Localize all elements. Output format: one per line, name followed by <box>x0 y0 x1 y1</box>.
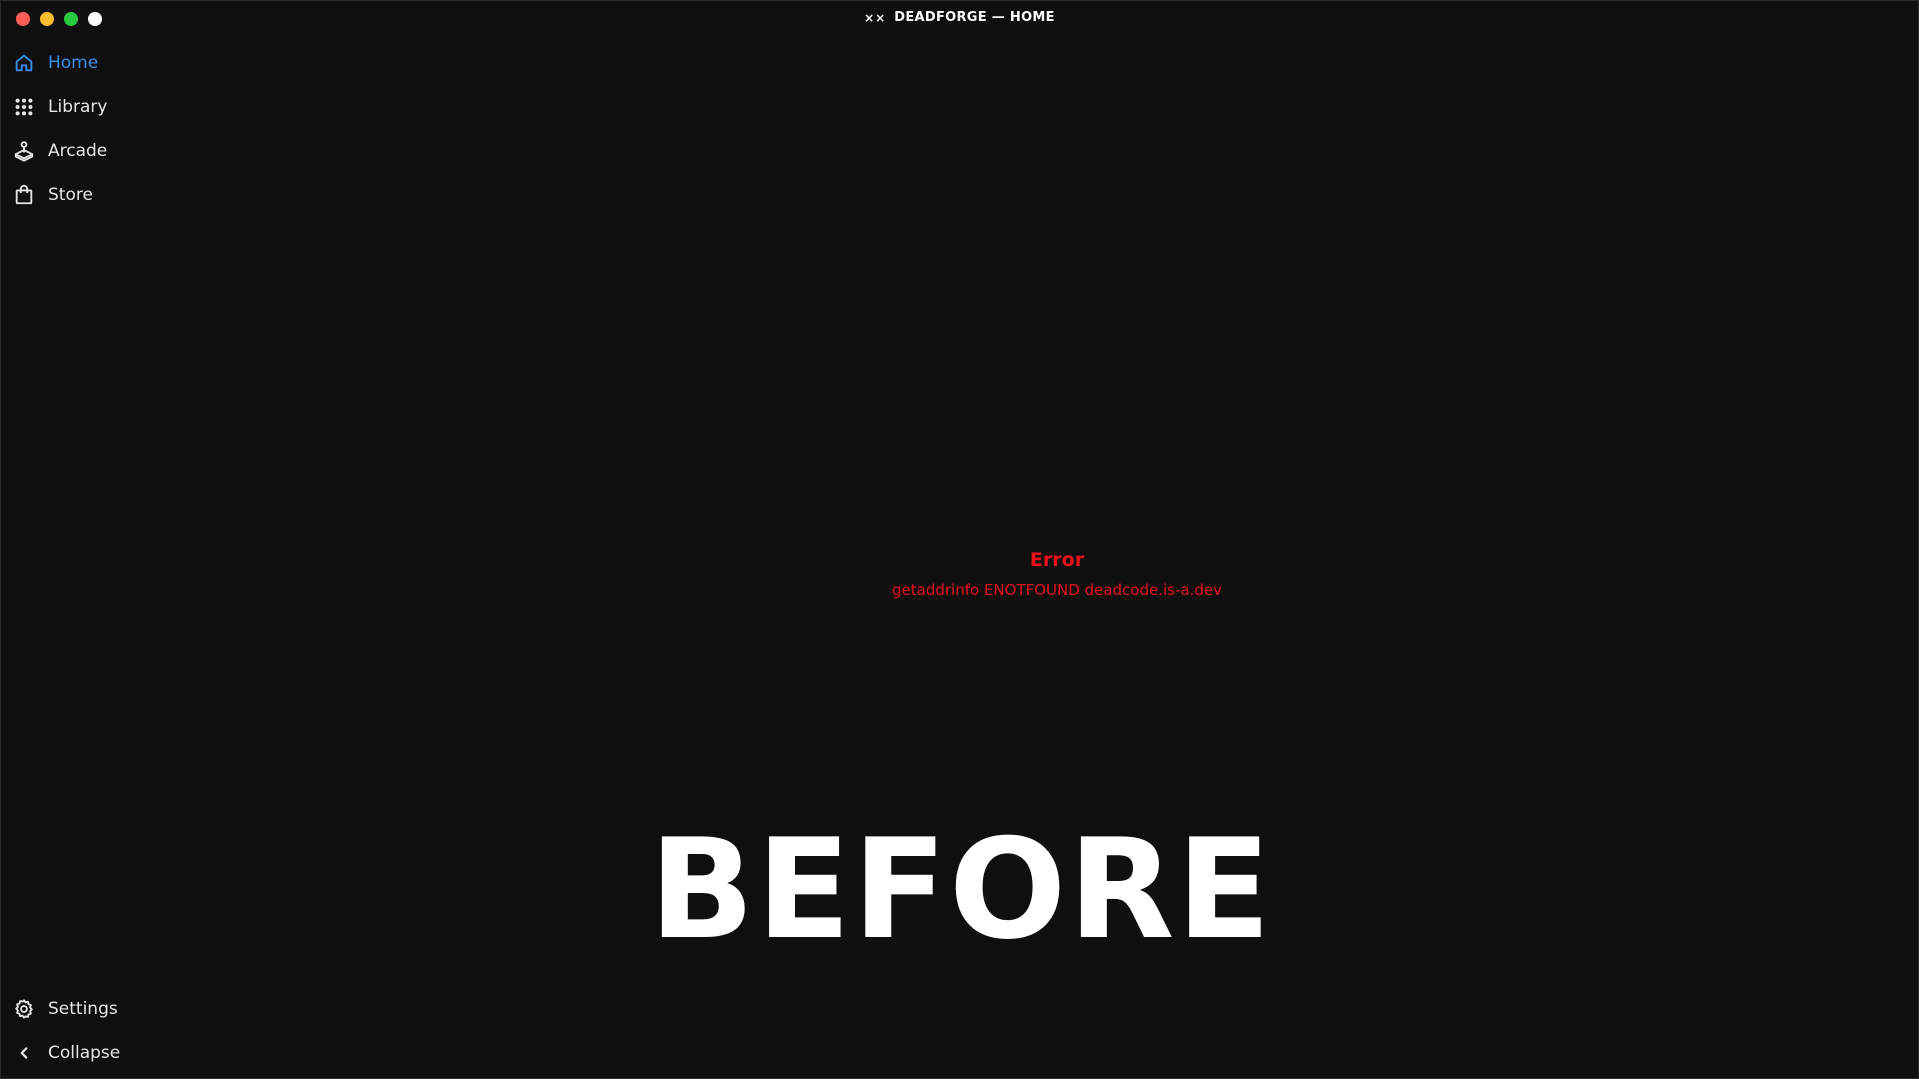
title-bar: ×× DEADFORGE — HOME <box>1 10 1918 25</box>
sidebar-item-library[interactable]: Library <box>13 85 107 129</box>
sidebar-item-settings[interactable]: Settings <box>13 987 120 1031</box>
window-title: DEADFORGE — HOME <box>894 10 1055 25</box>
overlay-label: BEFORE <box>649 809 1273 970</box>
sidebar-nav: Home Library Arcade Store <box>13 41 107 217</box>
app-logo-icon: ×× <box>864 10 887 25</box>
collapse-sidebar-button[interactable]: Collapse <box>13 1031 120 1075</box>
sidebar-item-label: Store <box>48 185 93 205</box>
sidebar-item-label: Arcade <box>48 141 108 161</box>
home-icon <box>13 52 35 74</box>
chevron-left-icon <box>13 1042 35 1064</box>
shopping-bag-icon <box>13 184 35 206</box>
sidebar-item-store[interactable]: Store <box>13 173 107 217</box>
sidebar-item-label: Library <box>48 97 108 117</box>
sidebar-item-arcade[interactable]: Arcade <box>13 129 107 173</box>
sidebar-item-label: Settings <box>48 999 118 1019</box>
joystick-icon <box>13 140 35 162</box>
error-title: Error <box>1029 549 1085 571</box>
sidebar-item-label: Collapse <box>48 1043 121 1063</box>
sidebar-item-label: Home <box>48 53 99 73</box>
gear-icon <box>13 998 35 1020</box>
sidebar-bottom: Settings Collapse <box>13 987 120 1075</box>
grid-icon <box>13 96 35 118</box>
error-panel: Error getaddrinfo ENOTFOUND deadcode.is-… <box>781 549 1333 599</box>
error-message: getaddrinfo ENOTFOUND deadcode.is-a.dev <box>892 581 1222 599</box>
app-window: ×× DEADFORGE — HOME Home Library Arcade … <box>0 0 1919 1079</box>
sidebar-item-home[interactable]: Home <box>13 41 107 85</box>
